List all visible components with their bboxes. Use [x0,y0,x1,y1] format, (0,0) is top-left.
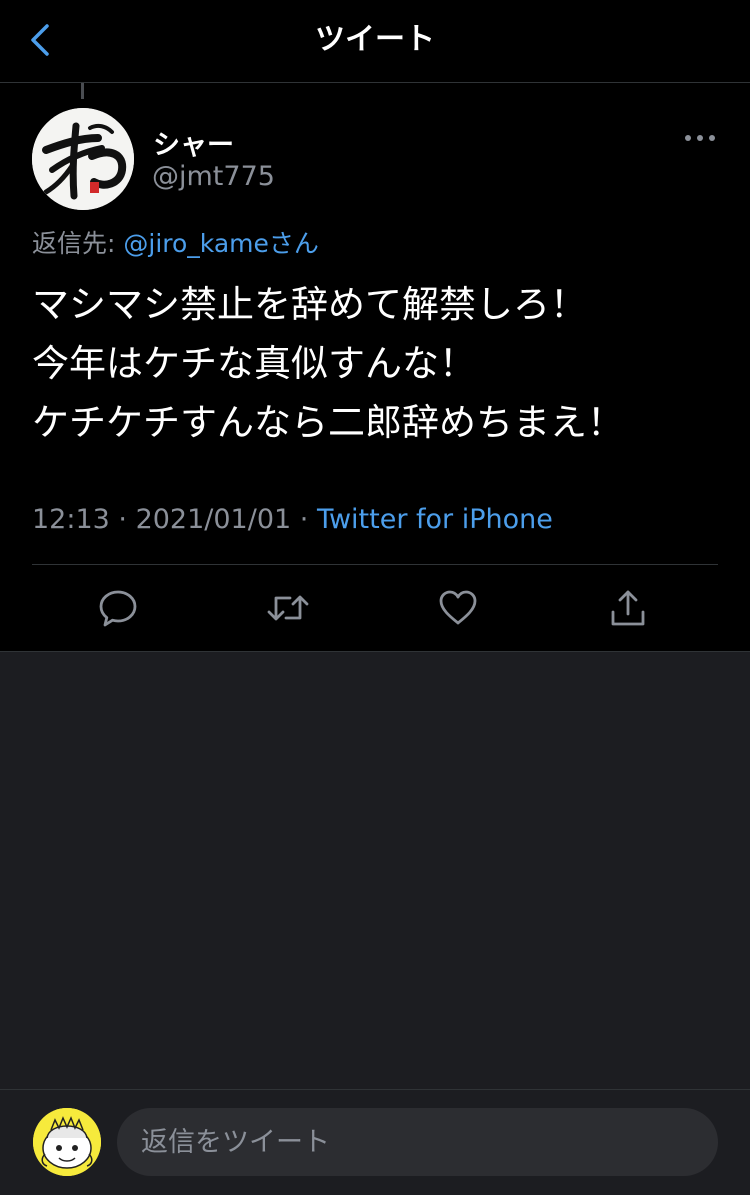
navigation-header: ツイート [0,0,750,83]
reply-button[interactable] [96,586,140,630]
author-handle[interactable]: @jmt775 [152,161,275,192]
tweet-text-line: 今年はケチな真似すんな！ [32,342,476,385]
calligraphy-logo-icon [32,108,134,210]
retweet-button[interactable] [266,586,310,630]
reply-to-label: 返信先: @jiro_kameさん [32,224,319,260]
current-user-avatar [33,1108,101,1176]
tweet-text-line: ケチケチすんなら二郎辞めちまえ！ [32,401,624,444]
author-display-name[interactable]: シャー [153,123,234,162]
actions-divider [32,564,718,565]
tweet-text-line: マシマシ禁止を辞めて解禁しろ！ [32,283,587,326]
page-title: ツイート [315,22,435,57]
reply-to-suffix: さん [268,229,319,258]
share-icon [611,590,645,626]
reply-tweet-input[interactable] [117,1108,718,1176]
tweet-text: マシマシ禁止を辞めて解禁しろ！ 今年はケチな真似すんな！ ケチケチすんなら二郎辞… [32,275,722,452]
reply-composer-bar [0,1089,750,1195]
tweet-metadata: 12:13 · 2021/01/01 · Twitter for iPhone [32,504,553,535]
meta-separator: · [109,504,136,535]
author-avatar[interactable] [32,108,134,210]
empty-replies-area [0,652,750,1089]
more-options-button[interactable] [684,127,716,149]
tweet-date: 2021/01/01 [135,504,292,535]
retweet-icon [267,595,309,621]
comment-icon [99,590,137,627]
thread-connector [81,83,84,99]
cartoon-avatar-icon [33,1108,101,1176]
reply-to-mention-link[interactable]: @jiro_kame [123,229,269,258]
tweet-detail-screen: ツイート シャー @jmt775 返信先: @jiro_kameさん マシマシ禁… [0,0,750,1195]
tweet: シャー @jmt775 返信先: @jiro_kameさん マシマシ禁止を辞めて… [0,83,750,652]
meta-separator: · [291,504,317,535]
more-horizontal-icon [685,135,715,141]
tweet-source-link[interactable]: Twitter for iPhone [317,504,553,535]
reply-to-prefix: 返信先: [32,229,124,258]
like-button[interactable] [436,586,480,630]
tweet-time: 12:13 [32,504,110,535]
heart-icon [439,590,477,625]
share-button[interactable] [606,586,650,630]
